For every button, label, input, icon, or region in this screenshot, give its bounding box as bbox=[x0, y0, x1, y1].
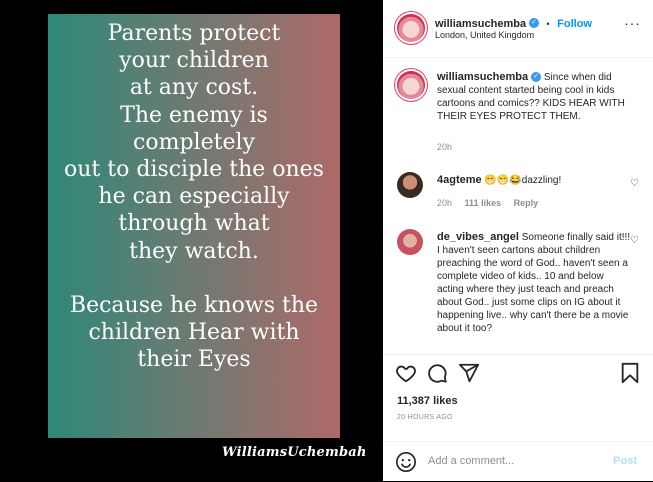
post-button[interactable]: Post bbox=[613, 455, 637, 467]
quote-line: children Hear with bbox=[88, 320, 300, 346]
author-avatar[interactable] bbox=[397, 14, 425, 42]
bookmark-icon[interactable] bbox=[619, 362, 641, 384]
quote-line: Parents protect bbox=[107, 21, 281, 46]
quote-line: out to disciple the ones bbox=[64, 157, 324, 183]
quote-line: at any cost. bbox=[129, 75, 259, 101]
comment-likes[interactable]: 111 likes bbox=[465, 198, 502, 208]
quote-line: he can especially bbox=[98, 184, 290, 210]
caption-avatar[interactable] bbox=[397, 71, 425, 99]
verified-badge-icon: ✓ bbox=[529, 17, 540, 28]
post-time[interactable]: 20 HOURS AGO bbox=[397, 414, 453, 421]
quote-line: Because he knows the bbox=[69, 292, 319, 318]
comment-2: de_vibes_angel Someone finally said it!!… bbox=[437, 231, 633, 341]
comment-like-heart-icon[interactable]: ♡ bbox=[630, 178, 639, 189]
post-header: williamsuchemba ✓ • Follow London, United… bbox=[383, 0, 653, 58]
comment-meta: 20h 111 likes Reply bbox=[437, 198, 538, 208]
quote-line: The enemy is bbox=[120, 102, 268, 128]
likes-count[interactable]: 11,387 likes bbox=[397, 395, 458, 407]
comment-avatar[interactable] bbox=[397, 229, 423, 255]
comment-username[interactable]: 4agteme bbox=[437, 174, 482, 186]
signature: WilliamsUchembah bbox=[222, 445, 367, 460]
location-link[interactable]: London, United Kingdom bbox=[435, 30, 534, 40]
quote-line: through what bbox=[118, 211, 270, 237]
comment-username[interactable]: de_vibes_angel bbox=[437, 231, 519, 243]
more-options-icon[interactable]: ··· bbox=[624, 15, 641, 31]
comment-like-heart-icon[interactable]: ♡ bbox=[630, 235, 639, 246]
quote-line: they watch. bbox=[129, 238, 259, 264]
quote-line: their Eyes bbox=[137, 347, 251, 373]
quote-line: completely bbox=[133, 129, 255, 155]
comment-icon[interactable] bbox=[426, 362, 448, 384]
quote-line: your children bbox=[119, 48, 269, 74]
action-bar: 11,387 likes 20 HOURS AGO Add a comment.… bbox=[383, 354, 653, 481]
caption: williamsuchemba ✓ Since when did sexual c… bbox=[437, 71, 637, 123]
author-username[interactable]: williamsuchemba bbox=[435, 18, 526, 30]
follow-button[interactable]: Follow bbox=[557, 18, 592, 30]
quote-image: Parents protect your children at any cos… bbox=[48, 14, 340, 438]
comment-text: 😁😁😂dazzling! bbox=[484, 175, 562, 186]
caption-time[interactable]: 20h bbox=[437, 142, 452, 152]
comment-avatar[interactable] bbox=[397, 172, 423, 198]
add-comment-row: Add a comment... Post bbox=[383, 441, 653, 482]
post-sidebar: williamsuchemba ✓ • Follow London, United… bbox=[383, 0, 653, 481]
comment-1: 4agteme 😁😁😂dazzling! bbox=[437, 174, 633, 187]
quote-text: Parents protect your children at any cos… bbox=[48, 20, 340, 373]
quote-line bbox=[48, 265, 340, 292]
caption-username[interactable]: williamsuchemba bbox=[437, 71, 528, 83]
comments-fade bbox=[383, 338, 653, 354]
verified-badge-icon: ✓ bbox=[531, 72, 542, 83]
smiley-icon[interactable] bbox=[395, 451, 417, 473]
post-media[interactable]: Parents protect your children at any cos… bbox=[0, 0, 383, 479]
separator-dot: • bbox=[546, 19, 550, 29]
reply-button[interactable]: Reply bbox=[514, 198, 539, 208]
comment-time[interactable]: 20h bbox=[437, 198, 452, 208]
comment-text: Someone finally said it!!! I haven't see… bbox=[437, 232, 631, 334]
comment-input[interactable]: Add a comment... bbox=[428, 455, 514, 467]
heart-icon[interactable] bbox=[395, 362, 417, 384]
share-icon[interactable] bbox=[458, 362, 480, 384]
